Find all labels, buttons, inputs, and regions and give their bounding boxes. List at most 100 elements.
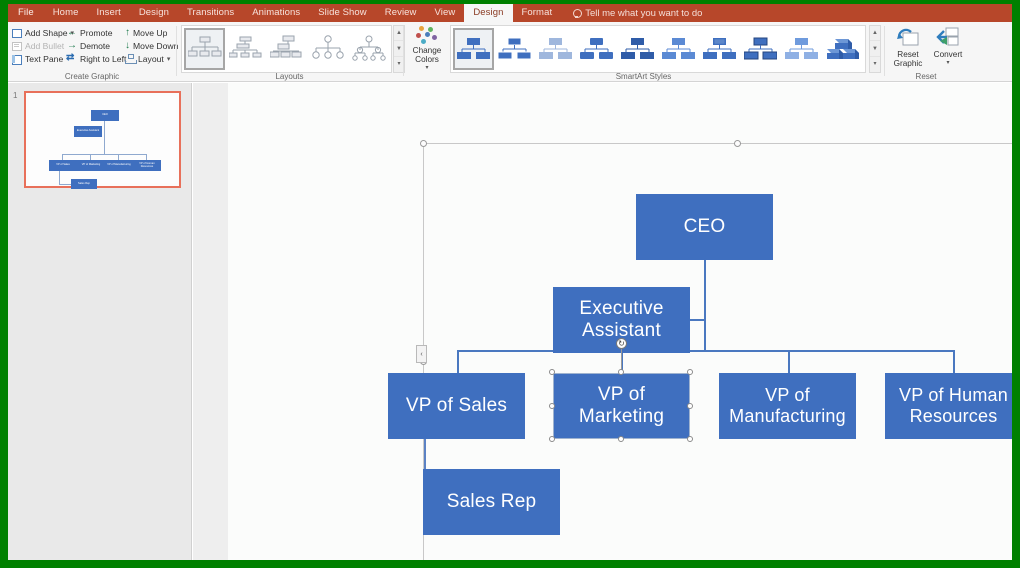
style-thumb-simple-fill[interactable] bbox=[453, 28, 494, 70]
tab-review[interactable]: Review bbox=[376, 4, 426, 22]
circle-hierarchy-glyph bbox=[311, 35, 344, 59]
resize-handle-se[interactable] bbox=[687, 436, 693, 442]
style-thumb-cartoon[interactable] bbox=[740, 28, 781, 70]
swap-arrows-icon bbox=[66, 52, 77, 64]
styles-gallery-scroll[interactable]: ▲ ▼ ▾ bbox=[869, 25, 881, 73]
reset-graphic-label-1: Reset bbox=[897, 50, 919, 59]
tab-file[interactable]: File bbox=[8, 4, 44, 22]
layout-thumb-circle-picture[interactable] bbox=[307, 28, 348, 70]
thumb-node-vp-hr: VP of Human Resources bbox=[133, 160, 161, 171]
powerpoint-window: File Home Insert Design Transitions Anim… bbox=[8, 4, 1012, 560]
group-smartart-styles: Change Colors ▾ ▲ ▼ ▾ SmartArt Styles bbox=[404, 22, 883, 82]
tell-me-box[interactable]: Tell me what you want to do bbox=[561, 4, 702, 22]
add-shape-label: Add Shape bbox=[25, 27, 68, 38]
group-label-create-graphic: Create Graphic bbox=[64, 72, 120, 81]
node-label: Executive Assistant bbox=[579, 297, 664, 341]
slide-thumbnail-panel[interactable]: 1 CEO Executive Assistant VP of Sales VP… bbox=[8, 83, 192, 560]
thumb-connector bbox=[59, 171, 60, 185]
slide-number: 1 bbox=[13, 91, 18, 100]
resize-handle-w[interactable] bbox=[549, 403, 555, 409]
gallery-scroll-up-icon[interactable]: ▲ bbox=[870, 26, 880, 41]
node-vp-of-human-resources[interactable]: VP of Human Resources bbox=[885, 373, 1012, 439]
move-up-label: Move Up bbox=[133, 27, 168, 38]
demote-button[interactable]: → Demote bbox=[65, 39, 127, 52]
arrow-up-icon: ↑ bbox=[125, 26, 130, 38]
group-create-graphic: Add Shape ▾ Add Bullet Text Pane ← Promo… bbox=[8, 22, 179, 82]
style-thumb-intense-effect[interactable] bbox=[617, 28, 658, 70]
layouts-gallery[interactable] bbox=[181, 25, 392, 73]
resize-handle-sw[interactable] bbox=[549, 436, 555, 442]
thumb-connector bbox=[62, 154, 146, 155]
right-to-left-button[interactable]: Right to Left bbox=[65, 52, 127, 65]
slide-canvas-area: ‹ CEO Executive Assistant VP of Sales VP… bbox=[193, 83, 1012, 560]
tab-animations[interactable]: Animations bbox=[243, 4, 309, 22]
node-vp-of-sales[interactable]: VP of Sales bbox=[388, 373, 525, 439]
reset-graphic-icon bbox=[895, 25, 921, 49]
style-glyph bbox=[662, 38, 695, 59]
resize-handle-e[interactable] bbox=[687, 403, 693, 409]
add-bullet-icon bbox=[12, 41, 22, 51]
node-label: VP of Manufacturing bbox=[729, 384, 846, 426]
style-thumb-moderate-effect[interactable] bbox=[576, 28, 617, 70]
move-down-button[interactable]: ↓ Move Down bbox=[123, 39, 179, 52]
tab-home[interactable]: Home bbox=[44, 4, 88, 22]
add-shape-button[interactable]: Add Shape ▾ bbox=[10, 26, 74, 39]
resize-handle-nw[interactable] bbox=[549, 369, 555, 375]
node-ceo[interactable]: CEO bbox=[636, 194, 773, 260]
tab-smartart-format[interactable]: Format bbox=[513, 4, 562, 22]
node-sales-rep[interactable]: Sales Rep bbox=[423, 469, 560, 535]
layout-thumb-name-and-title[interactable] bbox=[225, 28, 266, 70]
tab-smartart-design[interactable]: Design bbox=[464, 4, 513, 22]
style-thumb-brick-scene[interactable] bbox=[822, 28, 863, 70]
slide-surface[interactable]: ‹ CEO Executive Assistant VP of Sales VP… bbox=[228, 83, 1012, 560]
change-colors-button[interactable]: Change Colors ▾ bbox=[406, 25, 448, 73]
text-pane-button[interactable]: Text Pane bbox=[10, 52, 70, 65]
resize-handle-ne[interactable] bbox=[687, 369, 693, 375]
node-vp-of-manufacturing[interactable]: VP of Manufacturing bbox=[719, 373, 856, 439]
style-thumb-powder[interactable] bbox=[781, 28, 822, 70]
style-thumb-inset[interactable] bbox=[699, 28, 740, 70]
smartart-handle-n[interactable] bbox=[734, 140, 741, 147]
slide-thumbnail-1[interactable]: CEO Executive Assistant VP of Sales VP o… bbox=[24, 91, 181, 189]
reset-graphic-button[interactable]: Reset Graphic bbox=[888, 25, 928, 68]
style-glyph bbox=[621, 38, 654, 59]
rotation-handle[interactable]: ↻ bbox=[616, 338, 627, 349]
style-thumb-polished[interactable] bbox=[658, 28, 699, 70]
arrow-down-icon: ↓ bbox=[125, 39, 130, 51]
connector-to-vp-hr bbox=[953, 350, 955, 373]
tab-transitions[interactable]: Transitions bbox=[178, 4, 243, 22]
style-thumb-white-outline[interactable] bbox=[494, 28, 535, 70]
layout-label: Layout bbox=[138, 53, 164, 64]
convert-button[interactable]: Convert ▾ bbox=[928, 25, 968, 68]
layout-thumb-half-circle[interactable] bbox=[266, 28, 307, 70]
resize-handle-n[interactable] bbox=[618, 369, 624, 375]
smartart-styles-gallery[interactable] bbox=[450, 25, 866, 73]
add-bullet-button: Add Bullet bbox=[10, 39, 70, 52]
connector-ceo-to-vp-bus bbox=[704, 260, 706, 350]
chevron-down-icon[interactable]: ▾ bbox=[946, 59, 949, 68]
style-glyph bbox=[580, 38, 613, 59]
tab-slide-show[interactable]: Slide Show bbox=[309, 4, 376, 22]
tab-view[interactable]: View bbox=[426, 4, 465, 22]
convert-icon bbox=[935, 25, 961, 49]
promote-label: Promote bbox=[80, 27, 113, 38]
lightbulb-icon bbox=[573, 8, 583, 18]
move-up-button[interactable]: ↑ Move Up bbox=[123, 26, 179, 39]
text-pane-toggle-button[interactable]: ‹ bbox=[416, 345, 427, 363]
ribbon-body: Add Shape ▾ Add Bullet Text Pane ← Promo… bbox=[8, 22, 1012, 82]
change-colors-label: Change Colors bbox=[412, 46, 442, 64]
promote-button[interactable]: ← Promote bbox=[65, 26, 127, 39]
ribbon-tabbar: File Home Insert Design Transitions Anim… bbox=[8, 4, 1012, 22]
tab-design[interactable]: Design bbox=[130, 4, 178, 22]
resize-handle-s[interactable] bbox=[618, 436, 624, 442]
layout-thumb-organization-chart[interactable] bbox=[184, 28, 225, 70]
gallery-more-icon[interactable]: ▾ bbox=[870, 57, 880, 72]
style-glyph bbox=[539, 38, 572, 59]
style-thumb-subtle-effect[interactable] bbox=[535, 28, 576, 70]
layout-button[interactable]: Layout ▾ bbox=[123, 52, 179, 65]
smartart-handle-nw[interactable] bbox=[420, 140, 427, 147]
layout-thumb-horizontal-hierarchy[interactable] bbox=[348, 28, 389, 70]
chevron-down-icon[interactable]: ▾ bbox=[167, 55, 171, 63]
tab-insert[interactable]: Insert bbox=[87, 4, 129, 22]
gallery-scroll-down-icon[interactable]: ▼ bbox=[870, 42, 880, 57]
